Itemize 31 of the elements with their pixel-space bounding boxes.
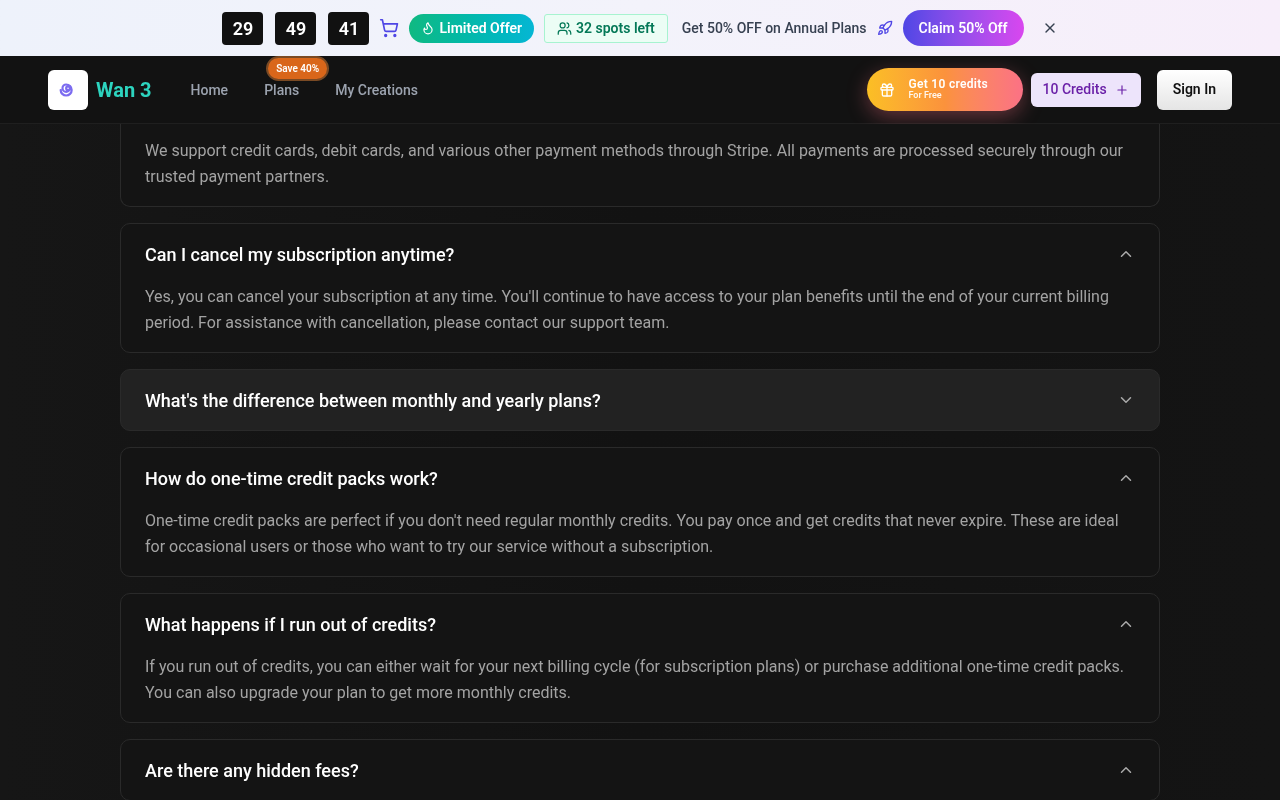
- faq-answer: One-time credit packs are perfect if you don't need regular monthly credits. You pay once and get credits that never expire. These are ideal for occasional users or those who want to try our service without a subscription.: [144, 510, 1120, 558]
- faq-answer: Yes, you can cancel your subscription at any time. You'll continue to have access to your plan benefits until the end of your current billing period. For assistance with cancellation, please contact our support team.: [144, 286, 1110, 334]
- faq-answer: If you run out of credits, you can either wait for your next billing cycle (for subscription plans) or purchase additional one-time credit packs. You can also upgrade your plan to get more monthly credits.: [144, 656, 1126, 704]
- faq-question[interactable]: Are there any hidden fees?: [121, 740, 1159, 800]
- nav-link[interactable]: Plans: [264, 81, 300, 98]
- faq-question[interactable]: What's the difference between monthly and yearly plans?: [121, 370, 1159, 430]
- flame-icon: [421, 21, 436, 35]
- countdown-digit: 49: [275, 11, 317, 45]
- nav-link[interactable]: My Creations: [335, 81, 418, 98]
- brand-name: Wan 3: [96, 76, 152, 104]
- plus-icon: [1114, 82, 1129, 97]
- faq-question[interactable]: How do one-time credit packs work?: [121, 448, 1159, 508]
- rocket-icon: [876, 20, 893, 36]
- claim-button[interactable]: Claim 50% Off: [902, 10, 1024, 46]
- free-credits-title: Get 10 credits: [908, 77, 989, 91]
- users-icon: [557, 20, 573, 36]
- cart-icon: [379, 18, 400, 38]
- sign-in-button[interactable]: Sign In: [1156, 69, 1232, 110]
- countdown-digit: 41: [328, 11, 370, 45]
- save-badge: Save 40%: [266, 55, 330, 81]
- credits-button[interactable]: 10 Credits: [1030, 72, 1141, 107]
- nav-link[interactable]: Home: [190, 81, 229, 98]
- gift-icon: [878, 81, 895, 98]
- free-credits-subtitle: For Free: [908, 91, 942, 102]
- faq-answer: We support credit cards, debit cards, and various other payment methods through Stripe. All payments are processed securely through our trusted payment partners.: [144, 140, 1124, 188]
- faq-question[interactable]: Can I cancel my subscription anytime?: [121, 224, 1159, 284]
- countdown-digit: 29: [222, 11, 264, 45]
- spots-badge: 32 spots left: [544, 13, 668, 43]
- offer-message: Get 50% OFF on Annual Plans: [681, 18, 867, 38]
- offer-badge: Limited Offer: [409, 13, 535, 43]
- faq-question[interactable]: What happens if I run out of credits?: [121, 594, 1159, 654]
